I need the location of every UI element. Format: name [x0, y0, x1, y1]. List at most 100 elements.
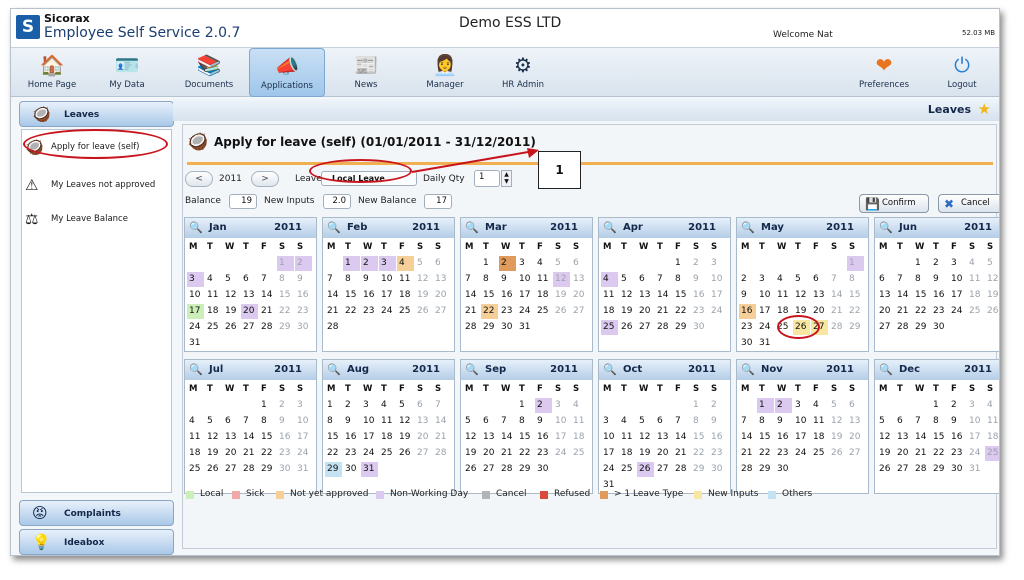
day-cell[interactable]: 12 — [205, 430, 222, 445]
day-cell[interactable]: 6 — [433, 256, 450, 271]
day-cell[interactable]: 22 — [517, 446, 534, 461]
day-cell[interactable]: 9 — [691, 272, 708, 287]
toolbar-my-data[interactable]: 🪪 My Data — [99, 48, 155, 97]
day-cell[interactable]: 12 — [553, 272, 570, 287]
day-cell[interactable]: 6 — [637, 272, 654, 287]
day-cell[interactable]: 12 — [463, 430, 480, 445]
day-cell[interactable]: 11 — [601, 288, 618, 303]
day-cell[interactable]: 12 — [829, 414, 846, 429]
toolbar-manager[interactable]: 👩‍💼 Manager — [415, 48, 475, 97]
day-cell[interactable]: 29 — [673, 320, 690, 335]
day-cell[interactable]: 24 — [379, 304, 396, 319]
day-cell[interactable]: 11 — [535, 272, 552, 287]
day-cell[interactable]: 17 — [379, 288, 396, 303]
day-cell[interactable]: 12 — [637, 430, 654, 445]
day-cell[interactable]: 2 — [295, 256, 312, 271]
day-cell[interactable]: 19 — [397, 430, 414, 445]
day-cell[interactable]: 1 — [325, 398, 342, 413]
day-cell[interactable]: 12 — [619, 288, 636, 303]
day-cell[interactable]: 21 — [259, 304, 276, 319]
day-cell[interactable]: 30 — [709, 462, 726, 477]
day-cell[interactable]: 7 — [259, 272, 276, 287]
day-cell[interactable]: 9 — [709, 414, 726, 429]
day-cell[interactable]: 2 — [343, 398, 360, 413]
day-cell[interactable]: 11 — [205, 288, 222, 303]
day-cell[interactable]: 15 — [847, 288, 864, 303]
day-cell[interactable]: 15 — [259, 430, 276, 445]
day-cell[interactable]: 18 — [985, 430, 999, 445]
day-cell[interactable]: 26 — [223, 320, 240, 335]
day-cell[interactable]: 23 — [949, 446, 966, 461]
day-cell[interactable]: 26 — [637, 462, 654, 477]
day-cell[interactable]: 21 — [829, 304, 846, 319]
day-cell[interactable]: 29 — [691, 462, 708, 477]
magnifier-icon[interactable]: 🔍 — [741, 363, 755, 376]
day-cell[interactable]: 23 — [343, 446, 360, 461]
day-cell[interactable]: 14 — [895, 288, 912, 303]
day-cell[interactable]: 30 — [691, 320, 708, 335]
day-cell[interactable]: 2 — [499, 256, 516, 271]
day-cell[interactable]: 16 — [295, 288, 312, 303]
day-cell[interactable]: 11 — [811, 414, 828, 429]
day-cell[interactable]: 7 — [655, 272, 672, 287]
day-cell[interactable]: 6 — [415, 398, 432, 413]
day-cell[interactable]: 21 — [325, 304, 342, 319]
day-cell[interactable]: 13 — [655, 430, 672, 445]
day-cell[interactable]: 15 — [343, 288, 360, 303]
day-cell[interactable]: 16 — [949, 430, 966, 445]
day-cell[interactable]: 5 — [553, 256, 570, 271]
day-cell[interactable]: 10 — [793, 414, 810, 429]
day-cell[interactable]: 1 — [673, 256, 690, 271]
day-cell[interactable]: 17 — [187, 304, 204, 319]
day-cell[interactable]: 22 — [931, 446, 948, 461]
day-cell[interactable]: 5 — [829, 398, 846, 413]
day-cell[interactable]: 3 — [379, 256, 396, 271]
day-cell[interactable]: 11 — [379, 414, 396, 429]
day-cell[interactable]: 15 — [913, 288, 930, 303]
day-cell[interactable]: 17 — [757, 304, 774, 319]
day-cell[interactable]: 14 — [463, 288, 480, 303]
magnifier-icon[interactable]: 🔍 — [465, 363, 479, 376]
day-cell[interactable]: 2 — [949, 398, 966, 413]
magnifier-icon[interactable]: 🔍 — [879, 221, 893, 234]
day-cell[interactable]: 14 — [499, 430, 516, 445]
day-cell[interactable]: 26 — [553, 304, 570, 319]
magnifier-icon[interactable]: 🔍 — [189, 221, 203, 234]
day-cell[interactable]: 14 — [829, 288, 846, 303]
day-cell[interactable]: 5 — [397, 398, 414, 413]
day-cell[interactable]: 6 — [571, 256, 588, 271]
day-cell[interactable]: 3 — [517, 256, 534, 271]
day-cell[interactable]: 8 — [259, 414, 276, 429]
day-cell[interactable]: 14 — [259, 288, 276, 303]
day-cell[interactable]: 10 — [379, 272, 396, 287]
day-cell[interactable]: 1 — [277, 256, 294, 271]
day-cell[interactable]: 7 — [433, 398, 450, 413]
day-cell[interactable]: 12 — [223, 288, 240, 303]
day-cell[interactable]: 2 — [739, 272, 756, 287]
day-cell[interactable]: 6 — [877, 272, 894, 287]
day-cell[interactable]: 20 — [877, 304, 894, 319]
day-cell[interactable]: 6 — [895, 414, 912, 429]
day-cell[interactable]: 1 — [847, 256, 864, 271]
day-cell[interactable]: 7 — [673, 414, 690, 429]
day-cell[interactable]: 30 — [775, 462, 792, 477]
day-cell[interactable]: 8 — [757, 414, 774, 429]
day-cell[interactable]: 24 — [187, 320, 204, 335]
day-cell[interactable]: 10 — [757, 288, 774, 303]
day-cell[interactable]: 25 — [535, 304, 552, 319]
day-cell[interactable]: 30 — [343, 462, 360, 477]
day-cell[interactable]: 4 — [619, 414, 636, 429]
day-cell[interactable]: 25 — [811, 446, 828, 461]
day-cell[interactable]: 9 — [775, 414, 792, 429]
day-cell[interactable]: 1 — [931, 398, 948, 413]
day-cell[interactable]: 4 — [397, 256, 414, 271]
day-cell[interactable]: 25 — [619, 462, 636, 477]
day-cell[interactable]: 20 — [895, 446, 912, 461]
day-cell[interactable]: 21 — [655, 304, 672, 319]
day-cell[interactable]: 23 — [775, 446, 792, 461]
day-cell[interactable]: 20 — [637, 304, 654, 319]
day-cell[interactable]: 3 — [757, 272, 774, 287]
day-cell[interactable]: 17 — [361, 430, 378, 445]
day-cell[interactable]: 14 — [655, 288, 672, 303]
day-cell[interactable]: 13 — [481, 430, 498, 445]
